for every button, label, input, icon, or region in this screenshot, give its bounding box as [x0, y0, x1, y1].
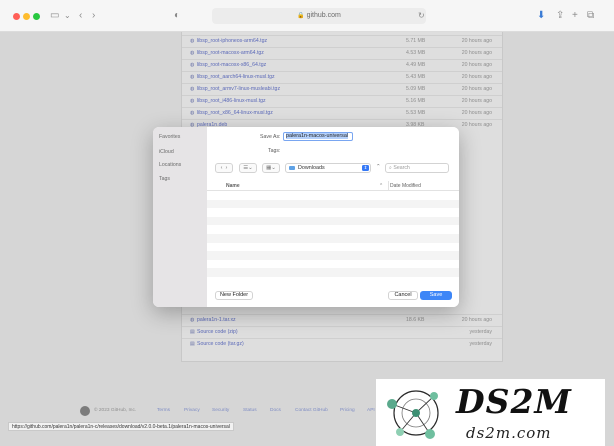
lock-icon: 🔒 — [297, 13, 305, 19]
tags-label: Tags: — [268, 148, 281, 154]
list-item — [207, 191, 459, 200]
column-name[interactable]: Name — [226, 181, 240, 191]
footer-link-docs[interactable]: Docs — [270, 405, 281, 417]
save-as-label: Save As: — [260, 134, 281, 140]
watermark-subtitle: ds2m.com — [466, 424, 552, 442]
github-logo-icon[interactable] — [80, 406, 90, 416]
ds2m-logo-icon — [387, 390, 439, 439]
address-bar[interactable]: 🔒 github.com — [212, 8, 426, 24]
footer-link-security[interactable]: Security — [212, 405, 229, 417]
watermark-title: DS2M — [456, 382, 572, 421]
dialog-sidebar: Favorites iCloud Locations Tags — [153, 127, 207, 307]
asset-row[interactable]: ◍ libsp_root-macosx-x86_64.tgz 4.49 MB 2… — [182, 59, 502, 70]
package-icon: ◍ — [190, 110, 195, 116]
search-icon: ⌕ — [389, 165, 392, 171]
list-view-icon[interactable]: ☰⌄ — [239, 163, 257, 173]
browser-toolbar: ▭ ⌄ ‹ › ◐ 🔒 github.com ↻ ⬇ ⇪ + ⧉ — [0, 0, 614, 32]
sidebar-section-tags: Tags — [159, 176, 170, 182]
cancel-button[interactable]: Cancel — [388, 291, 418, 300]
asset-row[interactable]: ◍ libsp_root-iphoneos-arm64.tgz 5.71 MB … — [182, 35, 502, 46]
list-item — [207, 199, 459, 209]
reload-icon[interactable]: ↻ — [418, 10, 425, 22]
list-item — [207, 208, 459, 217]
new-tab-icon[interactable]: + — [572, 10, 578, 22]
asset-row[interactable]: ▤ Source code (tar.gz) yesterday — [182, 338, 502, 349]
footer-link-pricing[interactable]: Pricing — [340, 405, 355, 417]
footer-link-terms[interactable]: Terms — [157, 405, 170, 417]
privacy-shield-icon[interactable]: ◐ — [174, 10, 180, 22]
package-icon: ◍ — [190, 86, 195, 92]
file-list-header: Name ⌃ Date Modified — [207, 181, 459, 191]
list-item — [207, 243, 459, 252]
tab-overview-chevron-icon[interactable]: ⌄ — [64, 10, 71, 22]
list-item — [207, 225, 459, 234]
footer-link-privacy[interactable]: Privacy — [184, 405, 200, 417]
tab-grid-icon[interactable]: ⧉ — [587, 10, 594, 22]
list-item — [207, 216, 459, 226]
watermark: DS2M ds2m.com — [376, 379, 605, 446]
package-icon: ◍ — [190, 317, 195, 323]
list-item — [207, 260, 459, 269]
sort-chevron-icon: ⌃ — [379, 183, 384, 189]
package-icon: ◍ — [190, 62, 195, 68]
share-icon[interactable]: ⇪ — [556, 10, 564, 22]
sidebar-section-favorites: Favorites — [159, 134, 181, 140]
list-item — [207, 233, 459, 243]
column-date-modified[interactable]: Date Modified — [390, 181, 421, 191]
save-button[interactable]: Save — [420, 291, 452, 300]
asset-row[interactable]: ▤ Source code (zip) yesterday — [182, 326, 502, 337]
save-as-value: palera1n-macos-universal — [286, 133, 349, 139]
footer-link-contact[interactable]: Contact GitHub — [295, 405, 328, 417]
new-folder-button[interactable]: New Folder — [215, 291, 253, 300]
file-list[interactable] — [207, 191, 459, 286]
asset-row[interactable]: ◍ libsp_root_armv7-linux-musleabi.tgz 5.… — [182, 83, 502, 94]
search-placeholder: Search — [393, 165, 410, 171]
footer-link-status[interactable]: Status — [243, 405, 257, 417]
group-view-icon[interactable]: ▦⌄ — [262, 163, 280, 173]
package-icon: ◍ — [190, 74, 195, 80]
save-as-input[interactable]: palera1n-macos-universal — [283, 132, 353, 141]
sidebar-section-locations: Locations — [159, 162, 182, 168]
sidebar-toggle-icon[interactable]: ▭ — [50, 10, 59, 22]
downloads-icon[interactable]: ⬇ — [537, 10, 545, 22]
folder-icon — [289, 165, 295, 170]
page-footer: © 2023 GitHub, Inc. Terms Privacy Securi… — [80, 405, 380, 417]
package-icon: ◍ — [190, 50, 195, 56]
asset-row[interactable]: ◍ libsp_root_i486-linux-musl.tgz 5.16 MB… — [182, 95, 502, 106]
chevron-updown-icon: ⇕ — [362, 165, 369, 171]
sidebar-section-icloud: iCloud — [159, 149, 174, 155]
package-icon: ◍ — [190, 98, 195, 104]
file-zip-icon: ▤ — [190, 329, 195, 335]
dialog-main: Save As: palera1n-macos-universal Tags: … — [207, 127, 459, 307]
asset-row[interactable]: ◍ palera1n-1.tar.xz 18.6 KB 20 hours ago — [182, 314, 502, 325]
location-popup[interactable]: Downloads ⇕ — [285, 163, 371, 173]
list-item — [207, 277, 459, 286]
minimize-window-button[interactable] — [23, 13, 30, 20]
link-status-bar: https://github.com/palera1n/palera1n-c/r… — [8, 422, 234, 431]
forward-icon[interactable]: › — [92, 10, 95, 22]
file-zip-icon: ▤ — [190, 341, 195, 347]
save-dialog: Favorites iCloud Locations Tags Save As:… — [153, 127, 459, 307]
address-text: github.com — [306, 12, 341, 19]
list-item — [207, 251, 459, 260]
footer-link-api[interactable]: API — [367, 405, 375, 417]
close-window-button[interactable] — [13, 13, 20, 20]
search-field[interactable]: ⌕ Search — [385, 163, 449, 173]
list-item — [207, 268, 459, 277]
footer-copyright: © 2023 GitHub, Inc. — [94, 408, 137, 413]
package-icon: ◍ — [190, 38, 195, 44]
asset-row[interactable]: ◍ libsp_root_x86_64-linux-musl.tgz 5.53 … — [182, 107, 502, 118]
back-forward-buttons[interactable]: ‹ › — [215, 163, 233, 173]
zoom-window-button[interactable] — [33, 13, 40, 20]
asset-row[interactable]: ◍ libsp_root-macosx-arm64.tgz 4.53 MB 20… — [182, 47, 502, 58]
location-value: Downloads — [298, 165, 325, 171]
collapse-chevron-icon[interactable]: ⌃ — [376, 164, 381, 170]
back-icon[interactable]: ‹ — [79, 10, 82, 22]
asset-row[interactable]: ◍ libsp_root_aarch64-linux-musl.tgz 5.43… — [182, 71, 502, 82]
